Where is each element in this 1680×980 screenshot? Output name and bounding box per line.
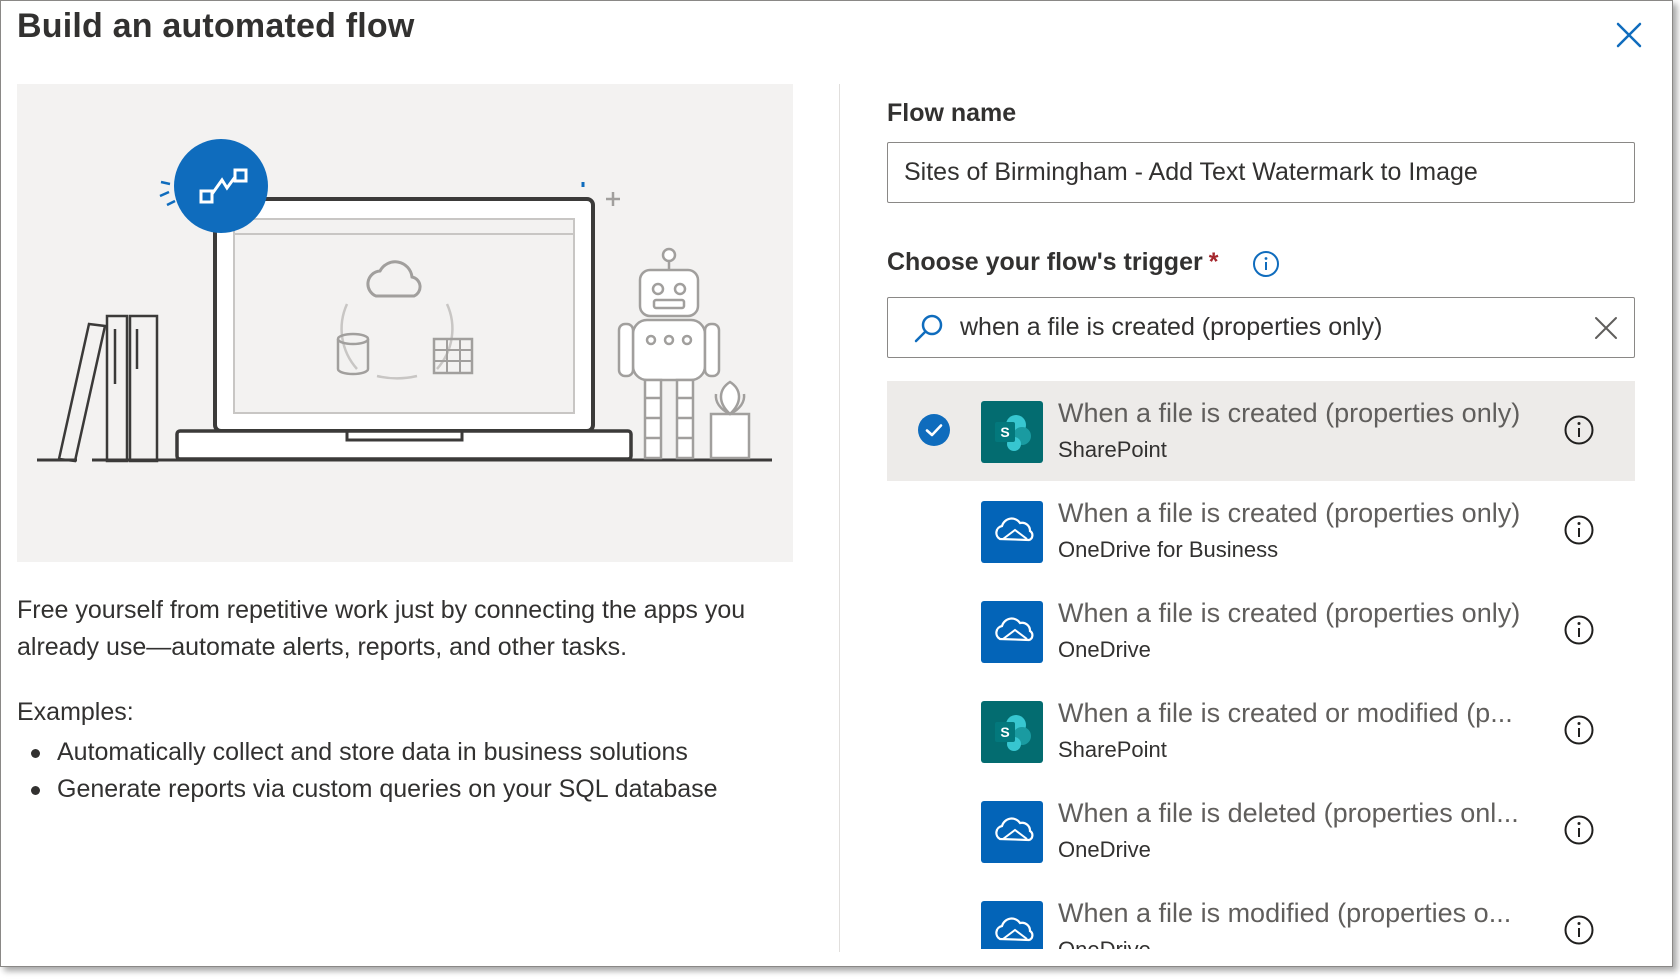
search-icon <box>914 314 943 343</box>
close-button[interactable] <box>1609 15 1649 55</box>
info-icon[interactable] <box>1563 514 1595 546</box>
intro-description: Free yourself from repetitive work just … <box>17 596 746 661</box>
example-text: Generate reports via custom queries on y… <box>57 775 718 803</box>
trigger-search-box[interactable] <box>887 297 1635 358</box>
clear-icon[interactable] <box>1592 314 1620 342</box>
onedrive-icon <box>981 901 1043 949</box>
onedrive-icon <box>981 801 1043 863</box>
trigger-connector: OneDrive for Business <box>1058 537 1279 562</box>
list-item: Automatically collect and store data in … <box>17 734 718 771</box>
sharepoint-icon: S <box>981 701 1043 763</box>
flow-name-label: Flow name <box>887 99 1017 127</box>
trigger-label-row: Choose your flow's trigger * <box>887 248 1218 277</box>
trigger-option[interactable]: S When a file is created or modified (p.… <box>887 681 1635 781</box>
info-icon[interactable] <box>1563 714 1595 746</box>
trigger-title: When a file is created (properties only) <box>1058 598 1521 628</box>
info-icon[interactable] <box>1252 250 1280 278</box>
example-text: Automatically collect and store data in … <box>57 738 688 766</box>
trigger-option[interactable]: When a file is deleted (properties onl..… <box>887 781 1635 881</box>
svg-text:S: S <box>1000 424 1009 440</box>
flow-name-input[interactable] <box>887 142 1635 203</box>
onedrive-icon <box>981 501 1043 563</box>
info-icon[interactable] <box>1563 614 1595 646</box>
examples-list: Automatically collect and store data in … <box>17 734 718 808</box>
required-marker: * <box>1208 248 1219 276</box>
bullet-icon <box>31 749 40 758</box>
onedrive-icon <box>981 601 1043 663</box>
list-item: Generate reports via custom queries on y… <box>17 771 718 808</box>
bullet-icon <box>31 786 40 795</box>
svg-text:S: S <box>1000 724 1009 740</box>
trigger-search-input[interactable] <box>960 298 1560 357</box>
trigger-title: When a file is created or modified (p... <box>1058 698 1513 728</box>
dialog-title: Build an automated flow <box>17 7 415 45</box>
trigger-title: When a file is created (properties only) <box>1058 398 1521 428</box>
info-icon[interactable] <box>1563 814 1595 846</box>
trigger-title: When a file is deleted (properties onl..… <box>1058 798 1519 828</box>
trigger-title: When a file is modified (properties o... <box>1058 898 1512 928</box>
trigger-option[interactable]: When a file is modified (properties o...… <box>887 881 1635 949</box>
trigger-connector: SharePoint <box>1058 737 1167 762</box>
trigger-connector: OneDrive <box>1058 937 1151 949</box>
info-icon[interactable] <box>1563 914 1595 946</box>
trigger-option[interactable]: S When a file is created (properties onl… <box>887 381 1635 481</box>
trigger-results-list: S When a file is created (properties onl… <box>887 381 1635 949</box>
info-icon[interactable] <box>1563 414 1595 446</box>
examples-label: Examples: <box>17 698 134 726</box>
trigger-option[interactable]: When a file is created (properties only)… <box>887 581 1635 681</box>
trigger-option[interactable]: When a file is created (properties only)… <box>887 481 1635 581</box>
trigger-title: When a file is created (properties only) <box>1058 498 1521 528</box>
trigger-connector: OneDrive <box>1058 837 1151 862</box>
trigger-label: Choose your flow's trigger <box>887 248 1203 276</box>
sharepoint-icon: S <box>981 401 1043 463</box>
panel-divider <box>839 84 840 952</box>
checkmark-icon <box>918 414 950 446</box>
build-flow-dialog: Build an automated flow Free yourself fr… <box>0 0 1673 967</box>
trigger-connector: SharePoint <box>1058 437 1167 462</box>
trigger-connector: OneDrive <box>1058 637 1151 662</box>
close-icon[interactable] <box>1609 15 1649 55</box>
laptop-robot-illustration <box>37 139 772 463</box>
illustration-panel <box>17 84 793 562</box>
